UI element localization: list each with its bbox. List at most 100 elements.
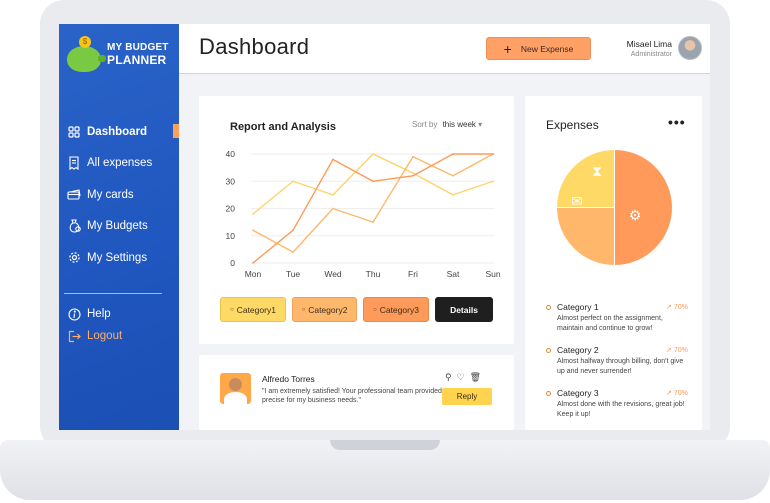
sidebar-bottom-nav: Help Logout xyxy=(59,303,179,347)
data-point xyxy=(332,207,334,210)
sidebar-item-dashboard[interactable]: Dashboard xyxy=(59,116,179,148)
x-tick-label: Mon xyxy=(245,269,262,279)
y-tick-label: 0 xyxy=(230,258,235,268)
heart-icon[interactable]: ♡ xyxy=(457,372,470,382)
x-tick-label: Sat xyxy=(447,269,460,279)
data-point xyxy=(372,221,374,224)
data-point xyxy=(412,174,414,177)
category3-label: Category3 xyxy=(379,304,419,315)
coin-icon: $ xyxy=(79,36,91,48)
sidebar-item-label: My Settings xyxy=(87,251,148,264)
trash-icon[interactable]: 🗑 xyxy=(470,372,486,382)
pie-slice xyxy=(555,207,615,267)
data-point xyxy=(292,251,294,253)
data-point xyxy=(372,180,374,183)
receipt-icon xyxy=(67,156,81,171)
data-point xyxy=(332,158,334,161)
category-name: Category 3 xyxy=(557,388,599,398)
pin-icon[interactable]: ⚲ xyxy=(445,372,457,382)
top-header: Dashboard + New Expense Misael Lima Admi… xyxy=(179,24,710,74)
page-title: Dashboard xyxy=(199,34,310,59)
data-point xyxy=(452,174,454,177)
sidebar-item-help[interactable]: Help xyxy=(59,303,179,325)
y-tick-label: 20 xyxy=(226,204,236,214)
data-point xyxy=(332,193,334,196)
cards-icon xyxy=(67,188,81,202)
plus-icon: + xyxy=(503,40,512,57)
data-point xyxy=(452,153,454,155)
expenses-title: Expenses xyxy=(546,118,599,132)
sidebar-item-label: My cards xyxy=(87,188,134,201)
document-icon: ✉ xyxy=(571,194,583,210)
sidebar-item-my-budgets[interactable]: My Budgets xyxy=(59,211,179,243)
user-role: Administrator xyxy=(630,51,672,58)
logout-icon xyxy=(67,329,81,343)
sidebar-item-label: All expenses xyxy=(87,157,153,170)
data-point xyxy=(292,180,294,183)
sort-label: Sort by xyxy=(412,120,438,129)
data-point xyxy=(492,153,494,155)
user-name: Misael Lima xyxy=(626,39,672,49)
data-point xyxy=(252,262,254,264)
expenses-card: Expenses ••• ⚙ ✉ ⧗ Category 1 ↗ 70% Almost… xyxy=(525,96,702,430)
sidebar-item-all-expenses[interactable]: All expenses xyxy=(59,148,179,180)
category-percent: ↗ 70% xyxy=(666,304,688,311)
expenses-pie-chart: ⚙ ✉ ⧗ xyxy=(555,148,673,267)
piggy-bank-icon xyxy=(67,46,106,72)
category2-button[interactable]: ○ Category2 xyxy=(292,297,357,322)
x-tick-label: Sun xyxy=(485,269,500,279)
pie-slice xyxy=(555,148,615,208)
report-card: Report and Analysis Sort by this week ▾ … xyxy=(199,96,514,344)
details-button[interactable]: Details xyxy=(435,297,493,322)
logo-text: MY BUDGET PLANNER xyxy=(107,42,169,66)
sidebar-divider xyxy=(64,293,162,294)
x-tick-label: Thu xyxy=(366,269,381,279)
review-card: Alfredo Torres "I am extremely satisfied… xyxy=(199,355,514,430)
data-point xyxy=(292,229,294,232)
category1-button[interactable]: ○ Category1 xyxy=(220,297,286,322)
sidebar-item-my-settings[interactable]: My Settings xyxy=(59,242,179,274)
sidebar-item-logout[interactable]: Logout xyxy=(59,325,179,347)
new-expense-button[interactable]: + New Expense xyxy=(486,37,591,60)
sidebar-nav: Dashboard All expenses My cards My Budge… xyxy=(59,116,179,274)
review-text: "I am extremely satisfied! Your professi… xyxy=(262,388,442,404)
category-description: Almost perfect on the assignment, mainta… xyxy=(557,315,663,332)
reviewer-avatar xyxy=(220,373,251,404)
category-percent: ↗ 70% xyxy=(666,347,688,354)
info-icon xyxy=(67,307,81,321)
sidebar-item-label: My Budgets xyxy=(87,220,148,233)
data-point xyxy=(412,172,414,174)
review-actions: ⚲♡🗑 xyxy=(445,372,486,383)
gear-icon xyxy=(67,251,81,265)
data-point xyxy=(492,180,494,183)
bullet-icon xyxy=(546,348,551,353)
category2-label: Category2 xyxy=(308,304,348,315)
data-point xyxy=(252,213,254,215)
sidebar-item-label: Logout xyxy=(87,330,123,342)
sort-dropdown[interactable]: Sort by this week ▾ xyxy=(412,120,482,129)
category1-label: Category1 xyxy=(236,304,276,315)
avatar[interactable] xyxy=(678,36,702,60)
sort-value: this week xyxy=(442,120,476,129)
more-options-icon[interactable]: ••• xyxy=(668,114,686,130)
category-description: Almost halfway through billing, don't gi… xyxy=(557,358,684,375)
bullet-icon xyxy=(546,391,551,396)
report-title: Report and Analysis xyxy=(230,121,336,133)
reply-button[interactable]: Reply xyxy=(442,388,492,405)
circle-icon: ○ xyxy=(373,306,377,313)
data-point xyxy=(452,193,454,196)
sidebar-item-my-cards[interactable]: My cards xyxy=(59,179,179,211)
app-logo[interactable]: $ MY BUDGET PLANNER xyxy=(65,36,175,76)
circle-icon: ○ xyxy=(230,306,234,313)
laptop-notch xyxy=(330,440,440,450)
series-line xyxy=(252,153,494,253)
series-line xyxy=(252,153,494,215)
sidebar-item-label: Help xyxy=(87,308,111,320)
circle-icon: ○ xyxy=(301,306,306,313)
pie-slice xyxy=(614,148,673,267)
x-tick-label: Wed xyxy=(324,269,342,279)
data-point xyxy=(252,229,254,232)
caret-down-icon: ▾ xyxy=(478,120,483,129)
y-tick-label: 30 xyxy=(226,176,236,186)
category3-button[interactable]: ○ Category3 xyxy=(363,297,429,322)
